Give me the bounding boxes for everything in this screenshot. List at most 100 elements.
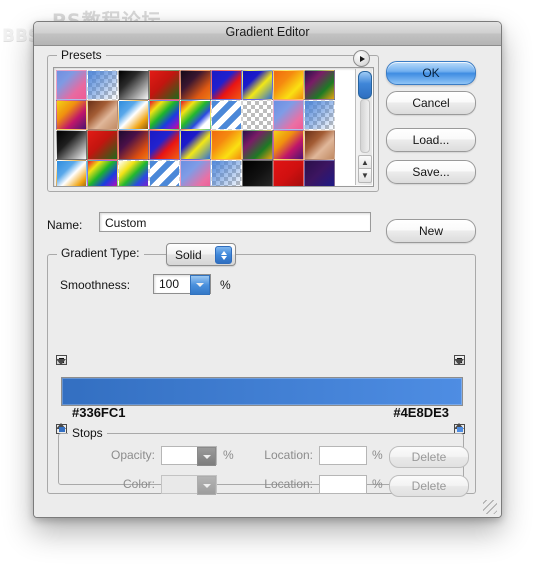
title-bar[interactable]: Gradient Editor: [34, 22, 501, 46]
name-input[interactable]: Custom: [99, 212, 371, 232]
preset-swatch[interactable]: [87, 100, 118, 130]
preset-swatch-overlay: [88, 71, 117, 99]
preset-swatch[interactable]: [211, 70, 242, 100]
start-color-hex-label: #336FC1: [72, 405, 126, 420]
preset-swatch[interactable]: [56, 70, 87, 100]
gradient-editor-dialog: Gradient Editor Presets ▲ ▼ OK Cancel Lo…: [33, 21, 502, 518]
preset-swatch[interactable]: [242, 100, 273, 130]
delete-opacity-stop-button[interactable]: Delete: [389, 446, 469, 468]
stepper-icon[interactable]: [215, 246, 232, 264]
preset-swatch-grid: [56, 70, 335, 186]
stops-group: Stops Opacity: % Location: % Delete Colo…: [58, 426, 469, 497]
preset-swatch[interactable]: [180, 130, 211, 160]
smoothness-label: Smoothness:: [60, 278, 131, 292]
opacity-location-input[interactable]: [319, 446, 367, 465]
preset-swatch[interactable]: [211, 100, 242, 130]
preset-swatch[interactable]: [304, 130, 335, 160]
smoothness-value: 100: [159, 277, 180, 291]
preset-swatch[interactable]: [87, 160, 118, 186]
preset-swatch[interactable]: [149, 130, 180, 160]
opacity-unit: %: [223, 448, 234, 462]
preset-swatch[interactable]: [273, 130, 304, 160]
stops-label: Stops: [68, 426, 107, 440]
preset-swatch[interactable]: [87, 130, 118, 160]
opacity-location-unit: %: [372, 448, 383, 462]
preset-swatch[interactable]: [242, 130, 273, 160]
color-swatch-input[interactable]: [161, 475, 217, 495]
smoothness-input[interactable]: 100: [153, 274, 211, 295]
presets-group: Presets ▲ ▼: [47, 48, 379, 192]
preset-swatch-overlay: [119, 161, 148, 186]
presets-menu-icon[interactable]: [353, 50, 370, 67]
color-location-unit: %: [372, 477, 383, 491]
save-button[interactable]: Save...: [386, 160, 476, 184]
preset-swatch[interactable]: [304, 160, 335, 186]
ok-button[interactable]: OK: [386, 61, 476, 85]
triangle-right-icon: [360, 55, 365, 62]
smoothness-dropdown-arrow[interactable]: [190, 275, 210, 295]
scroll-down-icon[interactable]: ▼: [358, 168, 372, 183]
color-stop-right[interactable]: [454, 406, 465, 434]
name-label: Name:: [47, 218, 83, 232]
preset-swatch[interactable]: [118, 70, 149, 100]
preset-swatch[interactable]: [149, 100, 180, 130]
preset-swatch[interactable]: [180, 160, 211, 186]
color-stop-left[interactable]: [56, 406, 67, 434]
chevron-down-icon: [196, 283, 204, 287]
preset-swatch[interactable]: [118, 130, 149, 160]
preset-swatch[interactable]: [180, 70, 211, 100]
chevron-down-icon: [202, 454, 211, 459]
gradient-type-group: Gradient Type: Solid Smoothness: 100 % #…: [47, 243, 476, 497]
end-color-hex-label: #4E8DE3: [393, 405, 449, 420]
preset-swatch[interactable]: [304, 70, 335, 100]
preset-swatch[interactable]: [149, 160, 180, 186]
opacity-label: Opacity:: [110, 448, 155, 462]
preset-swatch[interactable]: [118, 100, 149, 130]
preset-swatch-overlay: [212, 101, 241, 129]
opacity-stop-right[interactable]: [454, 355, 465, 382]
chevron-down-icon: [220, 255, 227, 260]
preset-swatch-overlay: [212, 161, 241, 186]
dialog-content: Presets ▲ ▼ OK Cancel Load... Save... Ne…: [34, 46, 501, 517]
presets-list[interactable]: ▲ ▼: [53, 67, 374, 187]
gradient-type-select[interactable]: Solid: [166, 243, 236, 266]
window-title: Gradient Editor: [225, 25, 310, 39]
preset-swatch[interactable]: [149, 70, 180, 100]
color-dropdown-arrow[interactable]: [197, 476, 216, 495]
preset-swatch[interactable]: [242, 160, 273, 186]
preset-swatch[interactable]: [56, 130, 87, 160]
delete-color-stop-button[interactable]: Delete: [389, 475, 469, 497]
cancel-button[interactable]: Cancel: [386, 91, 476, 115]
chevron-down-icon: [202, 483, 211, 488]
new-button[interactable]: New: [386, 219, 476, 243]
preset-swatch[interactable]: [87, 70, 118, 100]
preset-swatch[interactable]: [273, 70, 304, 100]
load-button[interactable]: Load...: [386, 128, 476, 152]
preset-swatch[interactable]: [180, 100, 211, 130]
preset-swatch[interactable]: [242, 70, 273, 100]
preset-swatch[interactable]: [56, 160, 87, 186]
color-location-label: Location:: [264, 477, 313, 491]
resize-grip-icon[interactable]: [483, 500, 497, 514]
opacity-location-label: Location:: [264, 448, 313, 462]
preset-swatch[interactable]: [304, 100, 335, 130]
preset-swatch[interactable]: [273, 160, 304, 186]
preset-swatch[interactable]: [118, 160, 149, 186]
color-location-input[interactable]: [319, 475, 367, 494]
gradient-preview-bar[interactable]: [61, 377, 463, 406]
presets-scrollbar[interactable]: ▲ ▼: [355, 69, 372, 185]
scrollbar-track[interactable]: [360, 99, 370, 153]
color-label: Color:: [122, 477, 155, 491]
opacity-dropdown-arrow[interactable]: [197, 447, 216, 466]
gradient-type-value: Solid: [175, 247, 202, 262]
preset-swatch[interactable]: [211, 130, 242, 160]
preset-swatch[interactable]: [56, 100, 87, 130]
preset-swatch[interactable]: [211, 160, 242, 186]
scrollbar-thumb[interactable]: [358, 71, 372, 99]
opacity-input[interactable]: [161, 446, 217, 466]
opacity-stop-left[interactable]: [56, 355, 67, 382]
gradient-type-label: Gradient Type:: [57, 246, 144, 260]
smoothness-unit: %: [220, 278, 231, 292]
chevron-up-icon: [220, 250, 227, 255]
preset-swatch[interactable]: [273, 100, 304, 130]
